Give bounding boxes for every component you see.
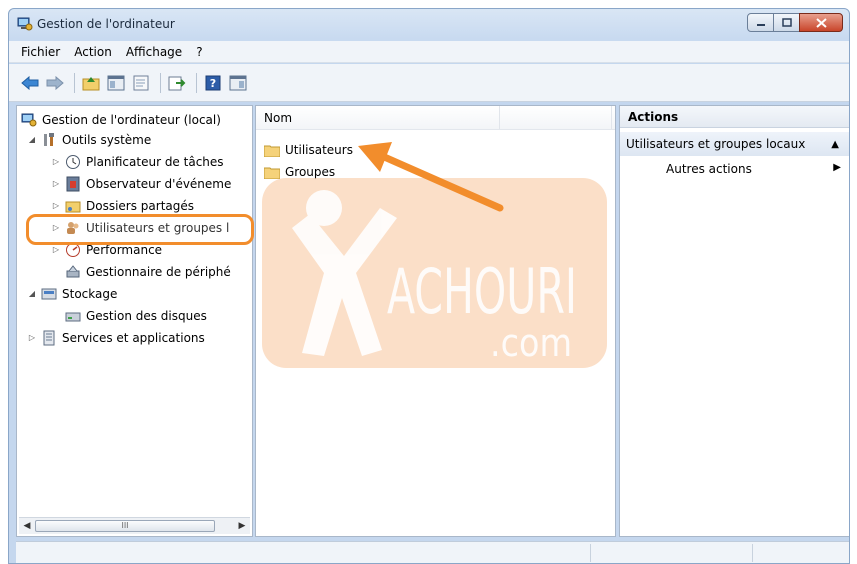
menu-affichage[interactable]: Affichage: [126, 45, 182, 59]
scroll-grip: III: [121, 521, 129, 530]
storage-icon: [41, 288, 57, 299]
expand-arrow-icon[interactable]: ▷: [51, 179, 61, 189]
tree-label: Services et applications: [62, 330, 205, 345]
back-arrow-icon: [21, 75, 39, 90]
tree-label: Gestion de l'ordinateur (local): [42, 112, 221, 127]
tree-item-disques[interactable]: Gestion des disques: [65, 306, 207, 325]
column-header: Nom: [256, 106, 615, 130]
menu-bar: Fichier Action Affichage ?: [9, 41, 849, 63]
export-button[interactable]: [166, 72, 188, 94]
watermark-subtitle: .com: [490, 321, 572, 365]
minimize-icon: [756, 23, 765, 26]
folder-icon: [264, 167, 280, 179]
actions-pane: Actions Utilisateurs et groupes locaux ▲…: [619, 105, 849, 537]
action-pane-button[interactable]: [227, 72, 249, 94]
collapse-arrow-icon[interactable]: ◢: [27, 135, 37, 145]
expand-arrow-icon[interactable]: ▷: [27, 333, 37, 343]
svg-text:?: ?: [210, 77, 216, 90]
toolbar: ?: [9, 64, 849, 102]
event-viewer-icon: [66, 176, 80, 191]
close-icon: [815, 17, 827, 28]
collapse-arrow-icon[interactable]: ◢: [27, 289, 37, 299]
expand-arrow-icon[interactable]: ▷: [51, 157, 61, 167]
clock-icon: [66, 154, 80, 169]
watermark-title: ACHOURI: [387, 255, 577, 328]
back-button[interactable]: [19, 72, 41, 94]
action-pane-icon: [229, 75, 247, 90]
console-tree-icon: [107, 75, 125, 90]
shared-folder-icon: [65, 201, 81, 212]
menu-action[interactable]: Action: [74, 45, 112, 59]
tree-item-gestionnaire[interactable]: Gestionnaire de périphé: [65, 262, 231, 281]
status-divider: [590, 544, 591, 562]
expand-arrow-icon[interactable]: ▷: [51, 201, 61, 211]
tree-label: Dossiers partagés: [86, 198, 195, 213]
maximize-icon: [781, 18, 792, 27]
list-item-utilisateurs[interactable]: Utilisateurs: [264, 141, 353, 159]
window-controls: [747, 13, 843, 33]
tree-item-stockage[interactable]: ◢ Stockage: [27, 284, 117, 303]
column-nom[interactable]: Nom: [256, 106, 500, 129]
tree-label: Observateur d'événeme: [86, 176, 232, 191]
computer-management-icon: [17, 17, 33, 31]
annotation-arrow-icon: [358, 142, 504, 212]
actions-title: Actions: [620, 106, 849, 128]
list-item-label: Utilisateurs: [285, 143, 353, 157]
menu-fichier[interactable]: Fichier: [21, 45, 60, 59]
status-divider: [752, 544, 753, 562]
toolbar-separator: [196, 72, 197, 93]
toolbar-separator: [74, 72, 75, 93]
tools-icon: [44, 132, 54, 146]
status-bar: [16, 541, 849, 563]
up-level-button[interactable]: [80, 72, 102, 94]
folder-up-icon: [82, 76, 100, 90]
tree-label: Planificateur de tâches: [86, 154, 224, 169]
horizontal-scrollbar[interactable]: ◀ III ▶: [19, 517, 250, 534]
tree-item-root[interactable]: Gestion de l'ordinateur (local): [21, 110, 221, 129]
scroll-right-icon[interactable]: ▶: [236, 521, 248, 532]
export-list-icon: [168, 76, 186, 90]
folder-icon: [264, 145, 280, 157]
properties-icon: [133, 75, 149, 90]
tree-item-services[interactable]: ▷ Services et applications: [27, 328, 205, 347]
console-tree-pane: Gestion de l'ordinateur (local) ◢ Outils…: [16, 105, 253, 537]
other-actions-item[interactable]: Autres actions: [666, 162, 752, 176]
title-bar[interactable]: Gestion de l'ordinateur: [9, 9, 849, 39]
expand-arrow-icon[interactable]: ▷: [51, 245, 61, 255]
submenu-arrow-icon[interactable]: ▶: [833, 162, 841, 173]
tree-label: Gestionnaire de périphé: [86, 264, 231, 279]
minimize-button[interactable]: [747, 13, 774, 32]
actions-section-header[interactable]: Utilisateurs et groupes locaux ▲: [620, 132, 849, 156]
close-button[interactable]: [799, 13, 843, 32]
device-manager-icon: [66, 264, 80, 277]
actions-section-label: Utilisateurs et groupes locaux: [626, 137, 806, 151]
tree-item-observateur[interactable]: ▷ Observateur d'événeme: [51, 174, 231, 193]
tree-label: Stockage: [62, 286, 118, 301]
toolbar-separator: [160, 72, 161, 93]
help-icon: ?: [205, 75, 221, 90]
disk-management-icon: [65, 312, 81, 321]
scroll-left-icon[interactable]: ◀: [21, 521, 33, 532]
column-label: Nom: [264, 110, 293, 125]
help-button[interactable]: ?: [202, 72, 224, 94]
services-icon: [43, 330, 55, 345]
tree-item-dossiers[interactable]: ▷ Dossiers partagés: [51, 196, 194, 215]
maximize-button[interactable]: [773, 13, 800, 32]
column-empty[interactable]: [500, 106, 612, 129]
tree-label: Gestion des disques: [86, 308, 207, 323]
tree-item-planificateur[interactable]: ▷ Planificateur de tâches: [51, 152, 224, 171]
menu-help[interactable]: ?: [196, 45, 202, 59]
window-title: Gestion de l'ordinateur: [37, 17, 175, 31]
list-item-label: Groupes: [285, 165, 336, 179]
computer-management-icon: [21, 113, 37, 126]
collapse-up-icon[interactable]: ▲: [831, 139, 839, 150]
properties-button[interactable]: [130, 72, 152, 94]
forward-button[interactable]: [44, 72, 66, 94]
tree-item-outils[interactable]: ◢ Outils système: [27, 130, 151, 149]
scroll-thumb[interactable]: III: [35, 520, 215, 532]
tree-label: Outils système: [62, 132, 152, 147]
highlight-box: [26, 214, 254, 245]
forward-arrow-icon: [46, 75, 64, 90]
show-hide-tree-button[interactable]: [105, 72, 127, 94]
